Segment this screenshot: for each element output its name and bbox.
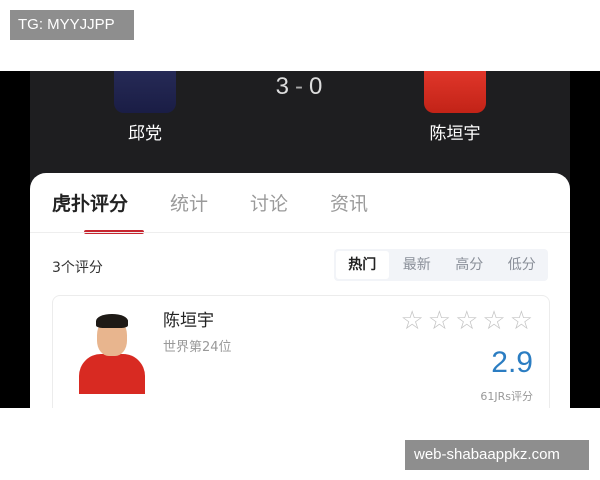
tab-label: 统计	[170, 193, 209, 215]
average-score: 2.9	[491, 346, 533, 379]
tab-label: 资讯	[330, 193, 369, 215]
world-rank: 世界第24位	[163, 340, 232, 355]
tab-label: 虎扑评分	[52, 193, 129, 215]
player-right-name: 陈垣宇	[429, 124, 481, 144]
player-photo-hair	[96, 314, 128, 328]
tab-label: 讨论	[250, 193, 289, 215]
star-icon[interactable]: ☆	[455, 306, 478, 336]
player-rating-card[interactable]: 陈垣宇 世界第24位 ☆ ☆ ☆ ☆ ☆ 2.9 61JRs评分	[52, 295, 550, 408]
star-icon[interactable]: ☆	[428, 306, 451, 336]
star-icon[interactable]: ☆	[482, 306, 505, 336]
site-watermark: web-shabaappkz.com	[405, 440, 589, 470]
player-right-avatar	[424, 71, 486, 113]
star-rating[interactable]: ☆ ☆ ☆ ☆ ☆	[396, 306, 533, 336]
player-left-name: 邱党	[128, 124, 162, 144]
score-left: 3	[275, 73, 291, 100]
score-right: 0	[309, 73, 325, 100]
tab-news[interactable]: 资讯	[330, 189, 368, 232]
sort-high[interactable]: 高分	[443, 249, 496, 281]
vote-count: 61JRs评分	[480, 390, 533, 403]
star-icon[interactable]: ☆	[400, 306, 423, 336]
rated-player-name: 陈垣宇	[163, 311, 214, 331]
sort-hot[interactable]: 热门	[336, 251, 389, 279]
tab-discussion[interactable]: 讨论	[250, 189, 288, 232]
tab-stats[interactable]: 统计	[170, 189, 208, 232]
tg-label: TG: MYYJJPP	[10, 10, 134, 40]
star-icon[interactable]: ☆	[510, 306, 533, 336]
app-screen: 邱党 3-0 陈垣宇 虎扑评分 统计 讨论 资讯 3个评分 热门 最新 高分 低…	[30, 71, 570, 408]
tab-hupu-rating[interactable]: 虎扑评分	[52, 189, 144, 234]
phone-frame: 邱党 3-0 陈垣宇 虎扑评分 统计 讨论 资讯 3个评分 热门 最新 高分 低…	[0, 71, 600, 408]
tab-divider	[30, 232, 570, 233]
sort-latest[interactable]: 最新	[391, 249, 444, 281]
tab-bar: 虎扑评分 统计 讨论 资讯	[52, 189, 410, 234]
player-right[interactable]: 陈垣宇	[410, 71, 500, 144]
content-card: 虎扑评分 统计 讨论 资讯 3个评分 热门 最新 高分 低分 陈垣宇 世界第24…	[30, 173, 570, 408]
player-photo	[75, 310, 149, 394]
score-separator: -	[295, 73, 305, 100]
player-photo-jersey	[79, 354, 145, 394]
rating-count: 3个评分	[52, 260, 103, 276]
sort-low[interactable]: 低分	[496, 249, 549, 281]
sort-toggle: 热门 最新 高分 低分	[334, 249, 548, 281]
